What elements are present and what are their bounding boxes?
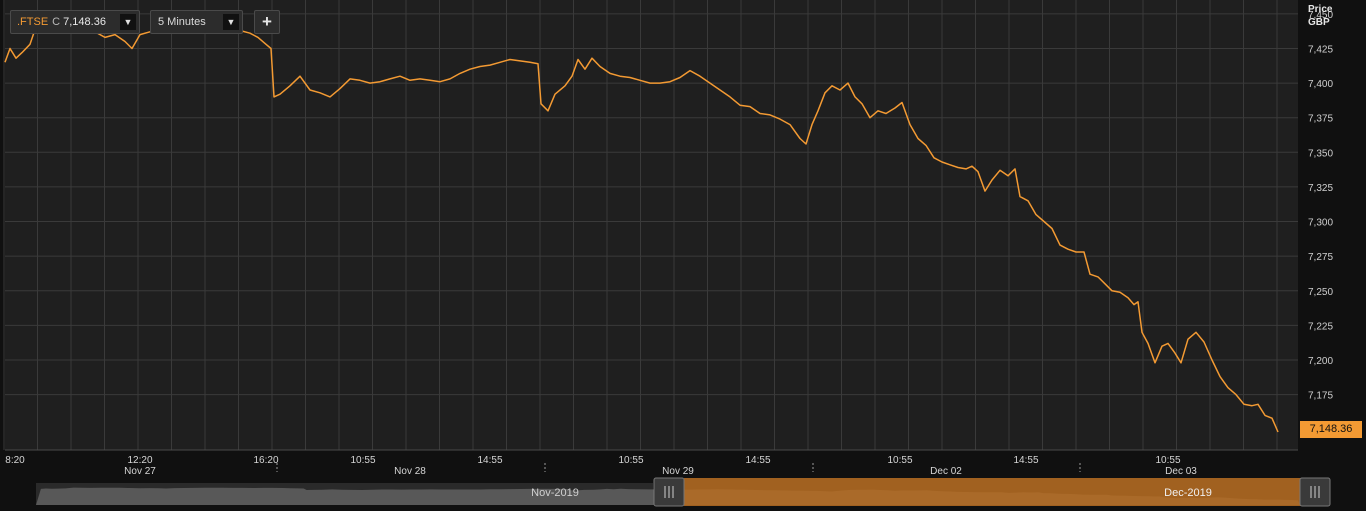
interval-label: 5 Minutes	[158, 16, 206, 28]
y-axis-title-line2: GBP	[1308, 17, 1330, 28]
y-tick-label: 7,400	[1308, 79, 1333, 90]
y-axis-title: Price GBP	[1308, 3, 1332, 29]
y-tick-label: 7,250	[1308, 287, 1333, 298]
navigator-right-label: Dec-2019	[1164, 487, 1212, 499]
x-tick-time-label: 12:20	[127, 455, 152, 466]
last-price-badge: 7,148.36	[1300, 421, 1362, 438]
x-tick-time-label: 14:55	[477, 455, 502, 466]
x-tick-time-label: 8:20	[5, 455, 25, 466]
instrument-ric: .FTSE	[17, 16, 49, 28]
navigator-left-label: Nov-2019	[531, 487, 579, 499]
y-tick-label: 7,375	[1308, 114, 1333, 125]
plus-icon[interactable]: +	[254, 10, 280, 34]
x-tick-time-label: 16:20	[253, 455, 278, 466]
x-tick-date-label: Dec 03	[1165, 466, 1197, 477]
x-tick-time-label: 14:55	[1013, 455, 1038, 466]
y-tick-label: 7,175	[1308, 391, 1333, 402]
x-tick-time-label: 10:55	[350, 455, 375, 466]
x-tick-date-label: Nov 28	[394, 466, 426, 477]
x-tick-date-label: Nov 29	[662, 466, 694, 477]
chevron-down-icon[interactable]: ▼	[223, 14, 239, 30]
y-tick-label: 7,350	[1308, 148, 1333, 159]
x-tick-time-label: 14:55	[745, 455, 770, 466]
y-tick-label: 7,300	[1308, 218, 1333, 229]
y-tick-label: 7,225	[1308, 321, 1333, 332]
x-tick-time-label: 10:55	[618, 455, 643, 466]
x-tick-date-label: Nov 27	[124, 466, 156, 477]
y-tick-label: 7,200	[1308, 356, 1333, 367]
x-tick-date-label: Dec 02	[930, 466, 962, 477]
interval-selector[interactable]: 5 Minutes ▼	[150, 10, 243, 34]
price-chart[interactable]: 7,175 7,200 7,225 7,250 7,275 7,300 7,325 7,350…	[0, 0, 1366, 511]
x-tick-time-label: 10:55	[887, 455, 912, 466]
instrument-label: C	[52, 16, 61, 28]
y-tick-label: 7,325	[1308, 183, 1333, 194]
instrument-value: 7,148.36	[63, 16, 106, 28]
instrument-selector[interactable]: .FTSE C 7,148.36 ▼	[10, 10, 140, 34]
y-axis-title-line1: Price	[1308, 4, 1333, 15]
chevron-down-icon[interactable]: ▼	[120, 14, 136, 30]
x-tick-time-label: 10:55	[1155, 455, 1180, 466]
y-tick-label: 7,275	[1308, 252, 1333, 263]
plot-area	[5, 0, 1298, 450]
y-tick-label: 7,425	[1308, 44, 1333, 55]
